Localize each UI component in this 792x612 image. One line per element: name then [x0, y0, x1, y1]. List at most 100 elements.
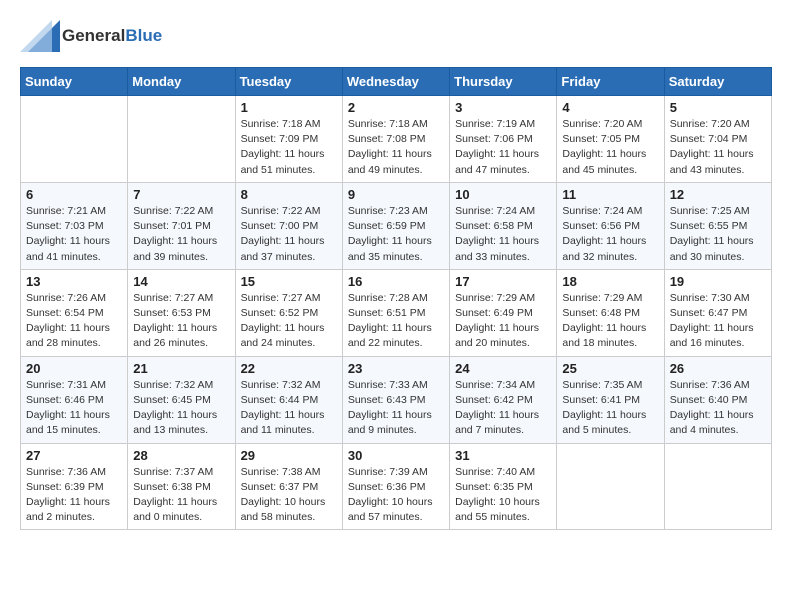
day-cell: 23 Sunrise: 7:33 AM Sunset: 6:43 PM Dayli… — [342, 356, 449, 443]
day-info: Sunrise: 7:28 AM Sunset: 6:51 PM Dayligh… — [348, 291, 444, 352]
week-row-4: 27Sunrise: 7:36 AM Sunset: 6:39 PM Dayli… — [21, 443, 772, 530]
day-info: Sunrise: 7:29 AM Sunset: 6:49 PM Dayligh… — [455, 291, 551, 352]
day-cell: 26 Sunrise: 7:36 AM Sunset: 6:40 PM Dayli… — [664, 356, 771, 443]
day-number: 13 — [26, 274, 122, 289]
day-number: 5 — [670, 100, 766, 115]
day-cell: 27Sunrise: 7:36 AM Sunset: 6:39 PM Dayli… — [21, 443, 128, 530]
weekday-header-row: SundayMondayTuesdayWednesdayThursdayFrid… — [21, 68, 772, 96]
day-cell: 18 Sunrise: 7:29 AM Sunset: 6:48 PM Dayli… — [557, 269, 664, 356]
day-info: Sunrise: 7:27 AM Sunset: 6:52 PM Dayligh… — [241, 291, 337, 352]
day-info: Sunrise: 7:26 AM Sunset: 6:54 PM Dayligh… — [26, 291, 122, 352]
day-number: 26 — [670, 361, 766, 376]
day-number: 28 — [133, 448, 229, 463]
day-number: 4 — [562, 100, 658, 115]
day-number: 20 — [26, 361, 122, 376]
day-info: Sunrise: 7:32 AM Sunset: 6:45 PM Dayligh… — [133, 378, 229, 439]
day-cell: 21 Sunrise: 7:32 AM Sunset: 6:45 PM Dayli… — [128, 356, 235, 443]
day-number: 30 — [348, 448, 444, 463]
day-cell: 28 Sunrise: 7:37 AM Sunset: 6:38 PM Dayli… — [128, 443, 235, 530]
day-cell: 24 Sunrise: 7:34 AM Sunset: 6:42 PM Dayli… — [450, 356, 557, 443]
day-info: Sunrise: 7:29 AM Sunset: 6:48 PM Dayligh… — [562, 291, 658, 352]
day-number: 12 — [670, 187, 766, 202]
day-cell: 5 Sunrise: 7:20 AM Sunset: 7:04 PM Daylig… — [664, 96, 771, 183]
day-cell: 13 Sunrise: 7:26 AM Sunset: 6:54 PM Dayli… — [21, 269, 128, 356]
day-number: 19 — [670, 274, 766, 289]
day-info: Sunrise: 7:40 AM Sunset: 6:35 PM Dayligh… — [455, 465, 551, 526]
day-cell: 20 Sunrise: 7:31 AM Sunset: 6:46 PM Dayli… — [21, 356, 128, 443]
day-info: Sunrise: 7:25 AM Sunset: 6:55 PM Dayligh… — [670, 204, 766, 265]
day-cell — [664, 443, 771, 530]
day-cell: 29Sunrise: 7:38 AM Sunset: 6:37 PM Dayli… — [235, 443, 342, 530]
day-info: Sunrise: 7:32 AM Sunset: 6:44 PM Dayligh… — [241, 378, 337, 439]
page: GeneralBlue SundayMondayTuesdayWednesday… — [0, 0, 792, 546]
day-info: Sunrise: 7:30 AM Sunset: 6:47 PM Dayligh… — [670, 291, 766, 352]
weekday-header-thursday: Thursday — [450, 68, 557, 96]
day-cell: 17 Sunrise: 7:29 AM Sunset: 6:49 PM Dayli… — [450, 269, 557, 356]
calendar: SundayMondayTuesdayWednesdayThursdayFrid… — [20, 67, 772, 530]
day-cell — [557, 443, 664, 530]
day-info: Sunrise: 7:39 AM Sunset: 6:36 PM Dayligh… — [348, 465, 444, 526]
day-cell: 11 Sunrise: 7:24 AM Sunset: 6:56 PM Dayli… — [557, 182, 664, 269]
day-cell: 10Sunrise: 7:24 AM Sunset: 6:58 PM Dayli… — [450, 182, 557, 269]
header: GeneralBlue — [20, 16, 772, 57]
day-number: 22 — [241, 361, 337, 376]
day-number: 1 — [241, 100, 337, 115]
day-info: Sunrise: 7:20 AM Sunset: 7:04 PM Dayligh… — [670, 117, 766, 178]
day-cell: 8 Sunrise: 7:22 AM Sunset: 7:00 PM Daylig… — [235, 182, 342, 269]
day-cell: 9Sunrise: 7:23 AM Sunset: 6:59 PM Daylig… — [342, 182, 449, 269]
logo-icon — [20, 16, 60, 52]
day-info: Sunrise: 7:18 AM Sunset: 7:08 PM Dayligh… — [348, 117, 444, 178]
day-cell — [21, 96, 128, 183]
day-cell: 30 Sunrise: 7:39 AM Sunset: 6:36 PM Dayli… — [342, 443, 449, 530]
weekday-header-wednesday: Wednesday — [342, 68, 449, 96]
day-cell: 22 Sunrise: 7:32 AM Sunset: 6:44 PM Dayli… — [235, 356, 342, 443]
day-number: 24 — [455, 361, 551, 376]
day-info: Sunrise: 7:36 AM Sunset: 6:40 PM Dayligh… — [670, 378, 766, 439]
day-number: 7 — [133, 187, 229, 202]
day-info: Sunrise: 7:34 AM Sunset: 6:42 PM Dayligh… — [455, 378, 551, 439]
day-info: Sunrise: 7:36 AM Sunset: 6:39 PM Dayligh… — [26, 465, 122, 526]
day-number: 17 — [455, 274, 551, 289]
day-info: Sunrise: 7:21 AM Sunset: 7:03 PM Dayligh… — [26, 204, 122, 265]
logo-text: GeneralBlue — [62, 27, 162, 46]
day-cell: 7Sunrise: 7:22 AM Sunset: 7:01 PM Daylig… — [128, 182, 235, 269]
day-info: Sunrise: 7:18 AM Sunset: 7:09 PM Dayligh… — [241, 117, 337, 178]
weekday-header-monday: Monday — [128, 68, 235, 96]
weekday-header-friday: Friday — [557, 68, 664, 96]
day-number: 14 — [133, 274, 229, 289]
day-info: Sunrise: 7:23 AM Sunset: 6:59 PM Dayligh… — [348, 204, 444, 265]
day-cell: 2Sunrise: 7:18 AM Sunset: 7:08 PM Daylig… — [342, 96, 449, 183]
day-info: Sunrise: 7:24 AM Sunset: 6:58 PM Dayligh… — [455, 204, 551, 265]
day-cell: 4 Sunrise: 7:20 AM Sunset: 7:05 PM Daylig… — [557, 96, 664, 183]
day-number: 25 — [562, 361, 658, 376]
day-info: Sunrise: 7:33 AM Sunset: 6:43 PM Dayligh… — [348, 378, 444, 439]
week-row-3: 20 Sunrise: 7:31 AM Sunset: 6:46 PM Dayli… — [21, 356, 772, 443]
day-number: 21 — [133, 361, 229, 376]
day-cell: 16Sunrise: 7:28 AM Sunset: 6:51 PM Dayli… — [342, 269, 449, 356]
day-number: 23 — [348, 361, 444, 376]
day-number: 3 — [455, 100, 551, 115]
day-info: Sunrise: 7:19 AM Sunset: 7:06 PM Dayligh… — [455, 117, 551, 178]
day-number: 6 — [26, 187, 122, 202]
day-info: Sunrise: 7:37 AM Sunset: 6:38 PM Dayligh… — [133, 465, 229, 526]
day-info: Sunrise: 7:22 AM Sunset: 7:00 PM Dayligh… — [241, 204, 337, 265]
day-cell: 19 Sunrise: 7:30 AM Sunset: 6:47 PM Dayli… — [664, 269, 771, 356]
day-info: Sunrise: 7:20 AM Sunset: 7:05 PM Dayligh… — [562, 117, 658, 178]
day-number: 15 — [241, 274, 337, 289]
day-cell: 1 Sunrise: 7:18 AM Sunset: 7:09 PM Daylig… — [235, 96, 342, 183]
day-info: Sunrise: 7:27 AM Sunset: 6:53 PM Dayligh… — [133, 291, 229, 352]
day-number: 11 — [562, 187, 658, 202]
day-cell: 25 Sunrise: 7:35 AM Sunset: 6:41 PM Dayli… — [557, 356, 664, 443]
day-info: Sunrise: 7:31 AM Sunset: 6:46 PM Dayligh… — [26, 378, 122, 439]
day-number: 31 — [455, 448, 551, 463]
day-cell: 12 Sunrise: 7:25 AM Sunset: 6:55 PM Dayli… — [664, 182, 771, 269]
day-number: 18 — [562, 274, 658, 289]
week-row-2: 13 Sunrise: 7:26 AM Sunset: 6:54 PM Dayli… — [21, 269, 772, 356]
day-info: Sunrise: 7:35 AM Sunset: 6:41 PM Dayligh… — [562, 378, 658, 439]
day-number: 8 — [241, 187, 337, 202]
day-cell: 3 Sunrise: 7:19 AM Sunset: 7:06 PM Daylig… — [450, 96, 557, 183]
day-info: Sunrise: 7:24 AM Sunset: 6:56 PM Dayligh… — [562, 204, 658, 265]
logo: GeneralBlue — [20, 16, 162, 57]
weekday-header-sunday: Sunday — [21, 68, 128, 96]
week-row-1: 6 Sunrise: 7:21 AM Sunset: 7:03 PM Daylig… — [21, 182, 772, 269]
